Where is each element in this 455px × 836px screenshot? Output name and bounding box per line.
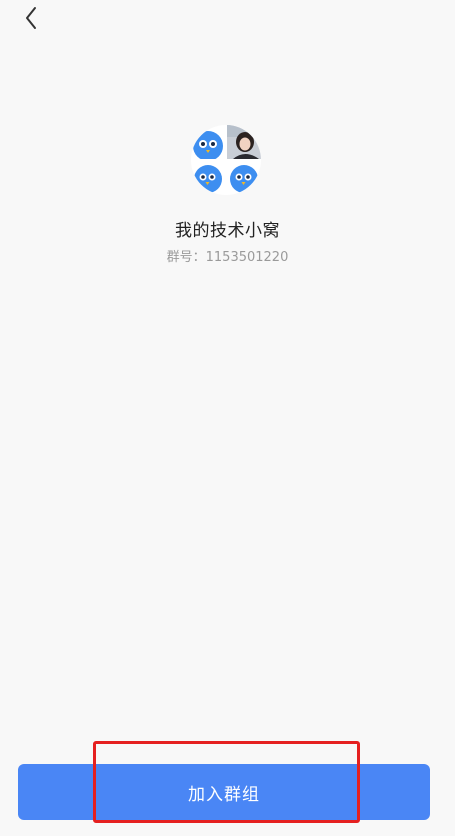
group-id: 群号：1153501220	[166, 250, 289, 265]
join-group-button[interactable]: 加入群组	[18, 764, 430, 820]
back-button[interactable]	[18, 4, 46, 32]
group-avatar	[191, 125, 261, 195]
join-group-label: 加入群组	[188, 784, 260, 805]
photo-avatar	[227, 125, 261, 159]
bird-avatar-icon	[193, 131, 223, 161]
group-name: 我的技术小窝	[175, 221, 280, 241]
group-avatar-collage	[191, 125, 261, 195]
bird-avatar-icon	[230, 165, 258, 193]
chevron-left-icon	[26, 7, 36, 29]
group-join-screen: 我的技术小窝 群号：1153501220 加入群组	[0, 0, 455, 836]
bird-avatar-icon	[194, 165, 222, 193]
